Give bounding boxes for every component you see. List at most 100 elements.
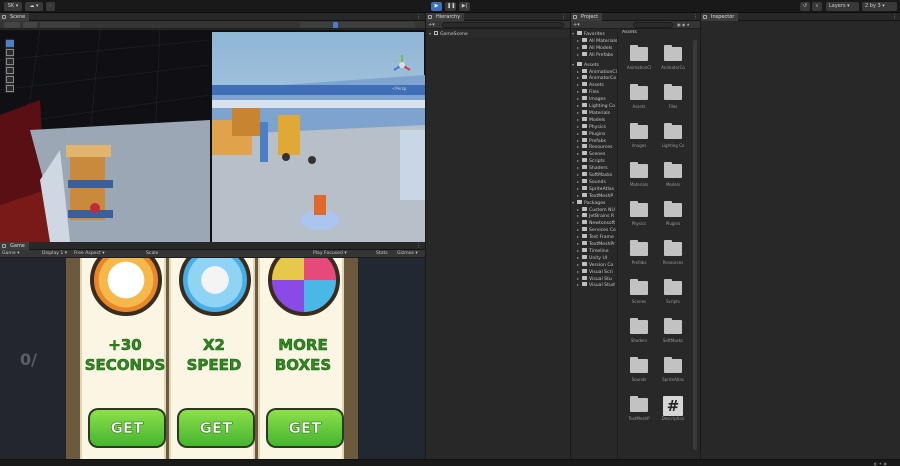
add-object-button[interactable]: +▾ bbox=[428, 22, 438, 28]
folder-icon bbox=[582, 109, 587, 114]
scale-tool-icon[interactable] bbox=[6, 67, 14, 74]
scale-slider[interactable]: Scale bbox=[146, 250, 158, 257]
asset-folder-item[interactable]: # Description bbox=[658, 395, 688, 433]
status-icons[interactable]: ◐ ✦ ◉ bbox=[874, 461, 894, 466]
asset-folder-item[interactable]: Scripts bbox=[658, 278, 688, 316]
tab-inspector[interactable]: Inspector bbox=[701, 13, 739, 21]
asset-folder-item[interactable]: AnimatorCo bbox=[658, 44, 688, 82]
hierarchy-scene-row[interactable]: ▾ GameScene bbox=[429, 30, 569, 37]
asset-folder-item[interactable]: Resources bbox=[658, 239, 688, 277]
powerup-card-speed: X2 SPEED GET bbox=[169, 258, 255, 463]
hand-tool-icon[interactable] bbox=[6, 40, 14, 47]
asset-folder-item[interactable]: TextMeshP bbox=[624, 395, 654, 433]
get-seconds-button[interactable]: GET bbox=[88, 408, 166, 448]
hierarchy-search-input[interactable] bbox=[442, 22, 564, 28]
tab-scene[interactable]: Scene bbox=[0, 13, 30, 21]
play-button[interactable]: ▶ bbox=[431, 2, 442, 11]
asset-folder-item[interactable]: Lighting Co bbox=[658, 122, 688, 160]
status-bar: ◐ ✦ ◉ bbox=[0, 459, 900, 466]
display-dropdown[interactable]: Display 1 ▾ bbox=[42, 250, 67, 257]
aspect-dropdown[interactable]: Free Aspect ▾ bbox=[74, 250, 105, 257]
card-line1: MORE bbox=[278, 336, 328, 355]
grid-breadcrumb[interactable]: Assets bbox=[622, 30, 637, 35]
hierarchy-toolbar: +▾ bbox=[426, 21, 570, 29]
gizmos-button[interactable]: Gizmos ▾ bbox=[397, 250, 418, 257]
asset-folder-item[interactable]: Prefabs bbox=[624, 239, 654, 277]
asset-folder-item[interactable]: Models bbox=[658, 161, 688, 199]
filter-icons[interactable]: ▣ ◆ ★ bbox=[677, 22, 697, 28]
get-boxes-button[interactable]: GET bbox=[266, 408, 344, 448]
get-speed-label: GET bbox=[179, 410, 253, 446]
display-label: Display 1 bbox=[42, 251, 64, 256]
scale-label: Scale bbox=[146, 251, 159, 256]
pivot-dropdown[interactable] bbox=[23, 22, 37, 28]
game-display-select[interactable]: Game ▾ bbox=[2, 250, 19, 257]
folder-icon bbox=[664, 162, 682, 178]
asset-folder-item[interactable]: SoftMasks bbox=[658, 317, 688, 355]
transform-tool-icon[interactable] bbox=[6, 85, 14, 92]
layout-dropdown[interactable]: 2 by 3 ▾ bbox=[862, 2, 897, 11]
scene-menu-icon[interactable]: ⋮ bbox=[416, 14, 421, 20]
search-button[interactable]: ⌕ bbox=[812, 2, 822, 11]
tree-folder-item[interactable]: ▸ Visual Stud bbox=[577, 281, 615, 288]
asset-label: Physics bbox=[631, 221, 647, 226]
cloud-button[interactable]: ☁ ▾ bbox=[25, 2, 43, 11]
scene-view-options[interactable] bbox=[300, 22, 415, 28]
project-search-input[interactable] bbox=[633, 22, 673, 28]
project-folder-tree: ▾ Favorites ▸ All Materials ▸ All Models ▸ All … bbox=[571, 30, 618, 466]
boxes-icon bbox=[268, 258, 340, 316]
create-asset-button[interactable]: +▾ bbox=[573, 22, 583, 28]
pause-button[interactable]: ❚❚ bbox=[445, 2, 456, 11]
lighting-toggle[interactable] bbox=[333, 22, 338, 28]
play-focused-dropdown[interactable]: Play Focused ▾ bbox=[313, 250, 347, 257]
rect-tool-icon[interactable] bbox=[6, 76, 14, 83]
tab-game[interactable]: Game bbox=[0, 242, 29, 250]
grid-scrollbar[interactable] bbox=[693, 40, 697, 450]
folder-icon bbox=[582, 172, 587, 176]
asset-folder-item[interactable]: SpriteAtlas bbox=[658, 356, 688, 394]
project-menu-icon[interactable]: ⋮ bbox=[693, 14, 698, 20]
hierarchy-menu-icon[interactable]: ⋮ bbox=[561, 14, 566, 20]
asset-folder-item[interactable]: Scenes bbox=[624, 278, 654, 316]
hierarchy-panel: Hierarchy ⋮ +▾ ▾ GameScene bbox=[426, 13, 570, 466]
get-speed-button[interactable]: GET bbox=[177, 408, 255, 448]
asset-folder-item[interactable]: Plugins bbox=[658, 200, 688, 238]
tab-hierarchy[interactable]: Hierarchy bbox=[426, 13, 465, 21]
scene-viewport[interactable]: <Persp bbox=[0, 30, 425, 242]
asset-folder-item[interactable]: Shaders bbox=[624, 317, 654, 355]
folder-icon bbox=[630, 162, 648, 178]
inspector-menu-icon[interactable]: ⋮ bbox=[892, 14, 897, 20]
history-button[interactable]: ↺ bbox=[800, 2, 810, 11]
tree-folder-item[interactable]: ▸ All Prefabs bbox=[577, 51, 613, 58]
stats-button[interactable]: Stats bbox=[376, 250, 388, 257]
game-tabbar: Game ⋮ bbox=[0, 242, 425, 250]
step-button[interactable]: ▶| bbox=[459, 2, 470, 11]
asset-label: Shaders bbox=[630, 338, 648, 343]
game-menu-icon[interactable]: ⋮ bbox=[416, 243, 421, 249]
rotate-tool-icon[interactable] bbox=[6, 58, 14, 65]
tab-project[interactable]: Project bbox=[571, 13, 603, 21]
powerup-board: +30 SECONDS GET X2 SPEED GET MORE BOXES … bbox=[66, 258, 358, 463]
folder-icon bbox=[630, 201, 648, 217]
asset-folder-item[interactable]: Images bbox=[624, 122, 654, 160]
asset-folder-item[interactable]: AnimationCl bbox=[624, 44, 654, 82]
layers-dropdown[interactable]: Layers ▾ bbox=[826, 2, 859, 11]
account-button[interactable]: SK ▾ bbox=[4, 2, 22, 11]
folder-icon bbox=[582, 51, 587, 56]
move-tool-icon[interactable] bbox=[6, 49, 14, 56]
game-viewport[interactable]: 0/ +30 SECONDS GET X2 SPEED GET MORE BOX… bbox=[0, 258, 425, 466]
step-icon: ▶| bbox=[461, 3, 468, 9]
asset-folder-item[interactable]: Physics bbox=[624, 200, 654, 238]
asset-folder-item[interactable]: Sounds bbox=[624, 356, 654, 394]
asset-folder-item[interactable]: Assets bbox=[624, 83, 654, 121]
folder-icon bbox=[664, 318, 682, 334]
tool-handle-dropdown[interactable] bbox=[4, 22, 20, 28]
folder-icon bbox=[582, 282, 587, 287]
asset-folder-item[interactable]: Files bbox=[658, 83, 688, 121]
snap-controls[interactable] bbox=[40, 22, 80, 28]
account-label: SK bbox=[7, 3, 15, 9]
collab-button[interactable]: · bbox=[46, 2, 55, 11]
side-counter: 0/ bbox=[20, 350, 37, 369]
persp-label[interactable]: <Persp bbox=[392, 86, 406, 91]
asset-folder-item[interactable]: Materials bbox=[624, 161, 654, 199]
